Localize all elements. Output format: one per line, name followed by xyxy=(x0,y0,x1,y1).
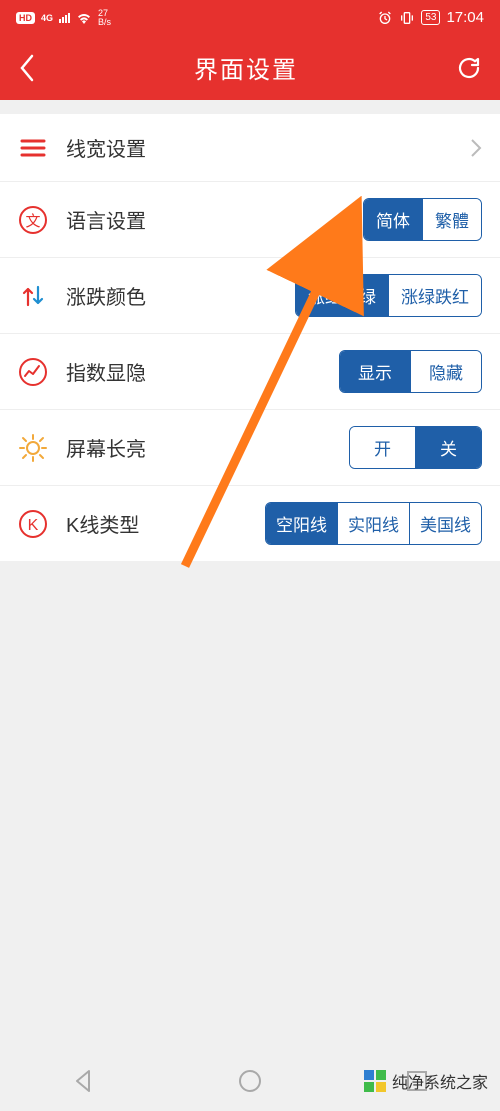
row-language: 文 语言设置 简体 繁體 xyxy=(0,182,500,258)
status-right: 53 17:04 xyxy=(377,9,484,26)
updown-icon xyxy=(18,281,48,311)
row-line-width[interactable]: 线宽设置 xyxy=(0,114,500,182)
row-updown-color: 涨跌颜色 涨红跌绿 涨绿跌红 xyxy=(0,258,500,334)
chevron-right-icon xyxy=(470,138,482,158)
hd-badge: HD xyxy=(16,12,35,24)
text-icon: 文 xyxy=(18,205,48,235)
seg-language: 简体 繁體 xyxy=(363,198,482,241)
seg-red-up[interactable]: 涨红跌绿 xyxy=(296,275,389,316)
row-label: K线类型 xyxy=(66,509,265,538)
vibrate-icon xyxy=(399,10,415,26)
row-index-visible: 指数显隐 显示 隐藏 xyxy=(0,334,500,410)
row-label: 线宽设置 xyxy=(66,133,470,162)
svg-text:文: 文 xyxy=(25,213,40,230)
seg-hide[interactable]: 隐藏 xyxy=(411,351,481,392)
chart-icon xyxy=(18,357,48,387)
k-icon: K xyxy=(18,509,48,539)
seg-simplified[interactable]: 简体 xyxy=(364,199,423,240)
signal-icon xyxy=(59,13,70,23)
status-left: HD 4G 27B/s xyxy=(16,9,111,27)
svg-text:K: K xyxy=(28,517,39,534)
lines-icon xyxy=(18,133,48,163)
row-kline-type: K K线类型 空阳线 实阳线 美国线 xyxy=(0,486,500,561)
seg-on[interactable]: 开 xyxy=(350,427,416,468)
settings-list: 线宽设置 文 语言设置 简体 繁體 涨跌颜色 涨红跌绿 涨绿跌红 指数显隐 显示… xyxy=(0,114,500,561)
battery-icon: 53 xyxy=(421,10,440,25)
row-label: 涨跌颜色 xyxy=(66,281,295,310)
seg-screen: 开 关 xyxy=(349,426,482,469)
nav-home-icon[interactable] xyxy=(236,1067,264,1095)
row-label: 语言设置 xyxy=(66,205,363,234)
watermark-text: 纯净系统之家 xyxy=(392,1069,488,1093)
seg-hollow[interactable]: 空阳线 xyxy=(266,503,338,544)
seg-traditional[interactable]: 繁體 xyxy=(423,199,481,240)
network-4g: 4G xyxy=(41,13,53,23)
row-screen-on: 屏幕长亮 开 关 xyxy=(0,410,500,486)
seg-solid[interactable]: 实阳线 xyxy=(338,503,410,544)
seg-updown: 涨红跌绿 涨绿跌红 xyxy=(295,274,482,317)
seg-off[interactable]: 关 xyxy=(416,427,481,468)
wifi-icon xyxy=(76,12,92,24)
nav-back-icon[interactable] xyxy=(69,1067,97,1095)
back-icon[interactable] xyxy=(18,54,36,82)
row-label: 屏幕长亮 xyxy=(66,433,349,462)
seg-green-up[interactable]: 涨绿跌红 xyxy=(389,275,481,316)
seg-show[interactable]: 显示 xyxy=(340,351,411,392)
refresh-icon[interactable] xyxy=(456,55,482,81)
status-bar: HD 4G 27B/s 53 17:04 xyxy=(0,0,500,35)
alarm-icon xyxy=(377,10,393,26)
watermark: 纯净系统之家 xyxy=(364,1069,488,1093)
net-speed: 27B/s xyxy=(98,9,111,27)
row-label: 指数显隐 xyxy=(66,357,339,386)
sun-icon xyxy=(18,433,48,463)
watermark-logo-icon xyxy=(364,1070,386,1092)
seg-us[interactable]: 美国线 xyxy=(410,503,481,544)
app-header: 界面设置 xyxy=(0,35,500,100)
page-title: 界面设置 xyxy=(194,50,298,85)
seg-kline: 空阳线 实阳线 美国线 xyxy=(265,502,482,545)
clock-time: 17:04 xyxy=(446,9,484,26)
seg-index: 显示 隐藏 xyxy=(339,350,482,393)
